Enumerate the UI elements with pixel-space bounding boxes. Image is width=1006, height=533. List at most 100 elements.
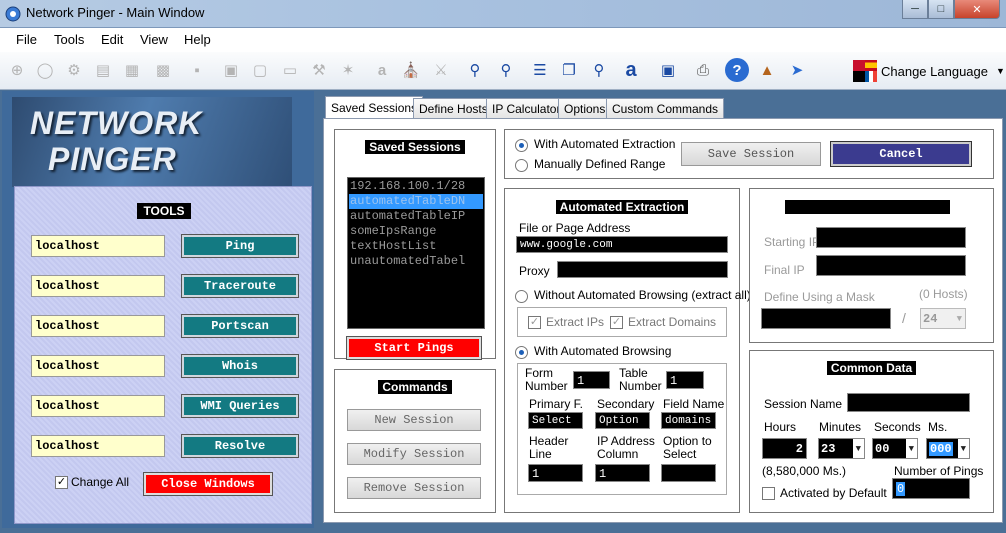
automated-extraction-radio[interactable]: [515, 139, 528, 152]
save-session-button[interactable]: Save Session: [681, 142, 821, 166]
manual-range-radio[interactable]: [515, 159, 528, 172]
satellite-icon[interactable]: ✶: [335, 57, 361, 83]
print-icon[interactable]: ⎙: [690, 57, 716, 83]
grid-icon[interactable]: ▦: [119, 57, 145, 83]
file-address-input[interactable]: www.google.com: [516, 236, 728, 253]
menu-tools[interactable]: Tools: [54, 32, 84, 47]
ping-host-input[interactable]: localhost: [31, 235, 165, 257]
menu-edit[interactable]: Edit: [101, 32, 123, 47]
seconds-select[interactable]: 00 ▼: [872, 438, 918, 459]
secondary-input[interactable]: Option: [595, 412, 650, 429]
extract-domains-checkbox[interactable]: ✓: [610, 316, 623, 329]
form-number-input[interactable]: 1: [573, 371, 610, 389]
wmi-icon[interactable]: ▩: [150, 57, 176, 83]
tab-define-hosts[interactable]: Define Hosts: [413, 98, 494, 119]
save-icon[interactable]: ▣: [655, 57, 681, 83]
proxy-input[interactable]: [557, 261, 728, 278]
minutes-select[interactable]: 23 ▼: [818, 438, 865, 459]
search-wifi-icon[interactable]: ⚲: [493, 57, 519, 83]
chevron-down-icon: ▼: [852, 439, 864, 458]
remove-session-button[interactable]: Remove Session: [347, 477, 481, 499]
list-item[interactable]: unautomatedTabel: [349, 254, 483, 269]
portscan-button[interactable]: Portscan: [181, 314, 299, 338]
database-icon[interactable]: ☰: [527, 57, 553, 83]
tools-icon[interactable]: ⚔: [428, 57, 454, 83]
starting-ip-input[interactable]: [816, 227, 966, 248]
start-pings-button[interactable]: Start Pings: [346, 336, 482, 360]
extract-ips-checkbox[interactable]: ✓: [528, 316, 541, 329]
option-to-select-input[interactable]: [661, 464, 716, 482]
session-name-input[interactable]: [847, 393, 970, 412]
list-item[interactable]: textHostList: [349, 239, 483, 254]
with-browsing-radio[interactable]: [515, 346, 528, 359]
saved-sessions-list[interactable]: 192.168.100.1/28 automatedTableDN automa…: [347, 177, 485, 329]
list-item[interactable]: 192.168.100.1/28: [349, 179, 483, 194]
primary-input[interactable]: Select: [528, 412, 583, 429]
search-page-icon[interactable]: ⚲: [586, 57, 612, 83]
ping-button[interactable]: Ping: [181, 234, 299, 258]
help-icon[interactable]: ?: [725, 58, 749, 82]
number-of-pings-input[interactable]: 0: [892, 478, 970, 499]
menu-view[interactable]: View: [140, 32, 168, 47]
packet-icon[interactable]: ▪: [184, 57, 210, 83]
tab-saved-sessions[interactable]: Saved Sessions: [325, 96, 424, 119]
monitor-screen-icon[interactable]: ▭: [277, 57, 303, 83]
activated-default-checkbox[interactable]: [762, 487, 775, 500]
header-line-label: Header Line: [529, 434, 569, 461]
target-icon[interactable]: ⊕: [4, 57, 30, 83]
menu-file[interactable]: File: [16, 32, 37, 47]
maximize-button[interactable]: □: [928, 0, 954, 19]
tab-options[interactable]: Options: [558, 98, 612, 119]
chevron-down-icon: ▼: [953, 309, 965, 328]
hours-input[interactable]: 2: [762, 438, 807, 459]
change-all-checkbox[interactable]: ✓: [55, 476, 68, 489]
minimize-button[interactable]: ─: [902, 0, 928, 19]
ms-select[interactable]: 000 ▼: [926, 438, 970, 459]
copy-icon[interactable]: ❐: [556, 57, 582, 83]
tab-custom-commands[interactable]: Custom Commands: [606, 98, 725, 119]
mask-bits-select[interactable]: 24 ▼: [920, 308, 966, 329]
portscan-host-input[interactable]: localhost: [31, 315, 165, 337]
wrench-icon[interactable]: ⚒: [306, 57, 332, 83]
dynamite-icon[interactable]: ▲: [754, 57, 780, 83]
search-icon[interactable]: ⚲: [462, 57, 488, 83]
mask-ip-input[interactable]: [761, 308, 891, 329]
list-item[interactable]: automatedTableIP: [349, 209, 483, 224]
close-windows-button[interactable]: Close Windows: [143, 472, 273, 496]
whois-host-input[interactable]: localhost: [31, 355, 165, 377]
final-ip-input[interactable]: [816, 255, 966, 276]
tab-ip-calculator[interactable]: IP Calculator: [486, 98, 567, 119]
wmi-queries-button[interactable]: WMI Queries: [181, 394, 299, 418]
gear-network-icon[interactable]: ⚙: [61, 57, 87, 83]
resolve-host-input[interactable]: localhost: [31, 435, 165, 457]
cancel-button[interactable]: Cancel: [830, 141, 972, 167]
ip-column-input[interactable]: 1: [595, 464, 650, 482]
close-window-button[interactable]: ✕: [954, 0, 1000, 19]
list-item[interactable]: automatedTableDN: [349, 194, 483, 209]
text-a-icon[interactable]: a: [618, 57, 644, 83]
resolve-button[interactable]: Resolve: [181, 434, 299, 458]
traceroute-button[interactable]: Traceroute: [181, 274, 299, 298]
table-number-input[interactable]: 1: [666, 371, 704, 389]
whois-button[interactable]: Whois: [181, 354, 299, 378]
document-icon[interactable]: ▤: [90, 57, 116, 83]
a-letter-icon[interactable]: a: [369, 57, 395, 83]
header-line-input[interactable]: 1: [528, 464, 583, 482]
wmi-host-input[interactable]: localhost: [31, 395, 165, 417]
new-session-button[interactable]: New Session: [347, 409, 481, 431]
field-name-input[interactable]: domains: [661, 412, 716, 429]
hours-label: Hours: [764, 420, 797, 434]
network-card-icon[interactable]: ▣: [218, 57, 244, 83]
tools-panel: TOOLS localhost Ping localhost Tracerout…: [14, 186, 312, 524]
seconds-value: 00: [875, 441, 890, 456]
list-item[interactable]: someIpsRange: [349, 224, 483, 239]
without-browsing-radio[interactable]: [515, 290, 528, 303]
menu-help[interactable]: Help: [184, 32, 211, 47]
modify-session-button[interactable]: Modify Session: [347, 443, 481, 465]
change-language-dropdown[interactable]: Change Language ▼: [853, 60, 1005, 82]
traceroute-host-input[interactable]: localhost: [31, 275, 165, 297]
bank-icon[interactable]: ⛪: [398, 57, 424, 83]
exit-door-icon[interactable]: ➤: [784, 57, 810, 83]
monitor-icon[interactable]: ▢: [247, 57, 273, 83]
globe-search-icon[interactable]: ◯: [32, 57, 58, 83]
